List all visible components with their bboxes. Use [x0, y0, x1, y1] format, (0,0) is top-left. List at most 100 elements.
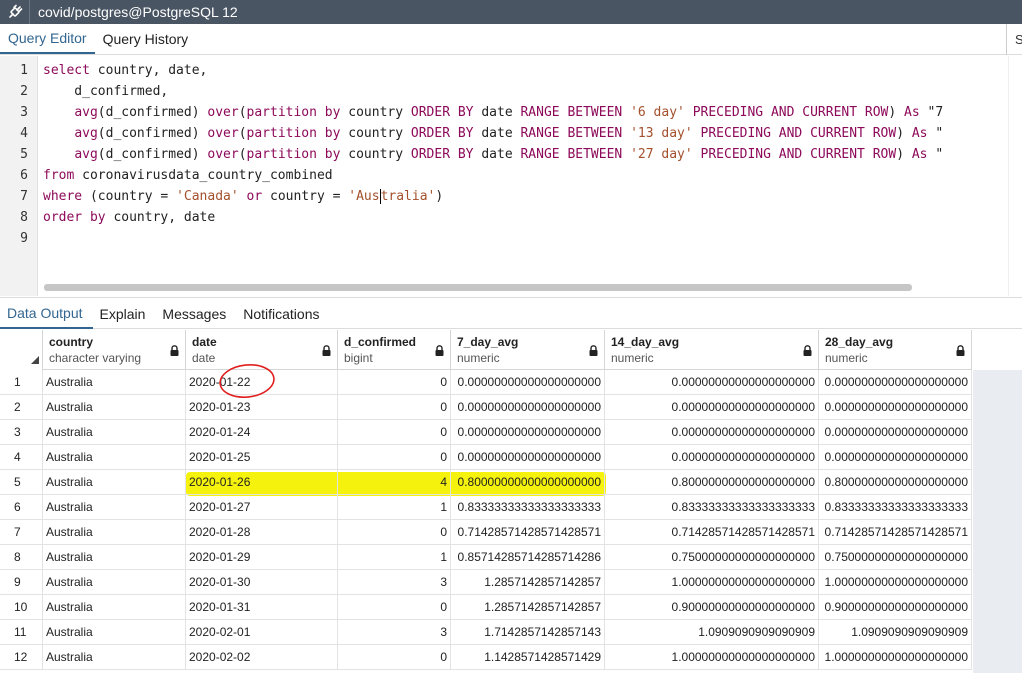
cell-country[interactable]: Australia: [43, 395, 186, 420]
row-number-header[interactable]: [0, 330, 43, 370]
column-header-7-day-avg[interactable]: 7_day_avg numeric: [451, 330, 605, 370]
editor-horizontal-scrollbar[interactable]: [44, 284, 912, 291]
cell-d-confirmed[interactable]: 3: [338, 570, 451, 595]
cell-14-day-avg[interactable]: 0.90000000000000000000: [605, 595, 819, 620]
row-number[interactable]: 1: [0, 370, 43, 395]
cell-country[interactable]: Australia: [43, 520, 186, 545]
cell-28-day-avg[interactable]: 0.00000000000000000000: [819, 395, 972, 420]
cell-d-confirmed[interactable]: 0: [338, 520, 451, 545]
row-number[interactable]: 2: [0, 395, 43, 420]
cell-d-confirmed[interactable]: 4: [338, 470, 451, 495]
sql-editor[interactable]: 1 2 3 4 5 6 7 8 9 select country, date, d_confir…: [0, 56, 1022, 296]
cell-date[interactable]: 2020-02-01: [186, 620, 338, 645]
cell-d-confirmed[interactable]: 0: [338, 370, 451, 395]
cell-28-day-avg[interactable]: 0.83333333333333333333: [819, 495, 972, 520]
column-header-28-day-avg[interactable]: 28_day_avg numeric: [819, 330, 972, 370]
editor-vertical-scrollbar[interactable]: [1008, 56, 1022, 296]
cell-14-day-avg[interactable]: 0.00000000000000000000: [605, 420, 819, 445]
cell-28-day-avg[interactable]: 1.0909090909090909: [819, 620, 972, 645]
cell-country[interactable]: Australia: [43, 370, 186, 395]
cell-date[interactable]: 2020-02-02: [186, 645, 338, 670]
column-header-d-confirmed[interactable]: d_confirmed bigint: [338, 330, 451, 370]
cell-country[interactable]: Australia: [43, 595, 186, 620]
table-row[interactable]: 10 Australia 2020-01-31 0 1.2857142857142857…: [0, 595, 972, 620]
table-row[interactable]: 5 Australia 2020-01-26 4 0.80000000000000000…: [0, 470, 972, 495]
table-row[interactable]: 7 Australia 2020-01-28 0 0.71428571428571428…: [0, 520, 972, 545]
cell-country[interactable]: Australia: [43, 545, 186, 570]
cell-28-day-avg[interactable]: 0.00000000000000000000: [819, 420, 972, 445]
tab-explain[interactable]: Explain: [93, 298, 156, 329]
cell-date[interactable]: 2020-01-24: [186, 420, 338, 445]
cell-date[interactable]: 2020-01-25: [186, 445, 338, 470]
cell-d-confirmed[interactable]: 1: [338, 495, 451, 520]
cell-14-day-avg[interactable]: 1.00000000000000000000: [605, 570, 819, 595]
cell-7-day-avg[interactable]: 0.83333333333333333333: [451, 495, 605, 520]
cell-14-day-avg[interactable]: 0.71428571428571428571: [605, 520, 819, 545]
cell-date[interactable]: 2020-01-29: [186, 545, 338, 570]
row-number[interactable]: 10: [0, 595, 43, 620]
cell-28-day-avg[interactable]: 0.00000000000000000000: [819, 445, 972, 470]
tab-notifications[interactable]: Notifications: [236, 298, 329, 329]
cell-date[interactable]: 2020-01-26: [186, 470, 338, 495]
cell-7-day-avg[interactable]: 0.00000000000000000000: [451, 420, 605, 445]
cell-date[interactable]: 2020-01-30: [186, 570, 338, 595]
cell-7-day-avg[interactable]: 0.71428571428571428571: [451, 520, 605, 545]
column-header-country[interactable]: country character varying: [43, 330, 186, 370]
cell-14-day-avg[interactable]: 0.00000000000000000000: [605, 445, 819, 470]
cell-date[interactable]: 2020-01-23: [186, 395, 338, 420]
row-number[interactable]: 9: [0, 570, 43, 595]
row-number[interactable]: 11: [0, 620, 43, 645]
cell-country[interactable]: Australia: [43, 495, 186, 520]
cell-7-day-avg[interactable]: 0.00000000000000000000: [451, 445, 605, 470]
cell-country[interactable]: Australia: [43, 420, 186, 445]
cell-country[interactable]: Australia: [43, 620, 186, 645]
row-number[interactable]: 4: [0, 445, 43, 470]
cell-country[interactable]: Australia: [43, 645, 186, 670]
cell-28-day-avg[interactable]: 0.80000000000000000000: [819, 470, 972, 495]
cell-date[interactable]: 2020-01-22: [186, 370, 338, 395]
table-row[interactable]: 6 Australia 2020-01-27 1 0.83333333333333333…: [0, 495, 972, 520]
cell-14-day-avg[interactable]: 1.00000000000000000000: [605, 645, 819, 670]
table-row[interactable]: 12 Australia 2020-02-02 0 1.1428571428571429…: [0, 645, 972, 670]
cell-28-day-avg[interactable]: 0.75000000000000000000: [819, 545, 972, 570]
cell-14-day-avg[interactable]: 1.0909090909090909: [605, 620, 819, 645]
cell-14-day-avg[interactable]: 0.00000000000000000000: [605, 370, 819, 395]
tab-data-output[interactable]: Data Output: [0, 298, 93, 329]
cell-country[interactable]: Australia: [43, 470, 186, 495]
row-number[interactable]: 5: [0, 470, 43, 495]
cell-14-day-avg[interactable]: 0.83333333333333333333: [605, 495, 819, 520]
cell-7-day-avg[interactable]: 1.2857142857142857: [451, 570, 605, 595]
cell-14-day-avg[interactable]: 0.75000000000000000000: [605, 545, 819, 570]
cell-7-day-avg[interactable]: 0.00000000000000000000: [451, 395, 605, 420]
cell-d-confirmed[interactable]: 3: [338, 620, 451, 645]
tab-overflow[interactable]: S: [1006, 24, 1022, 55]
cell-14-day-avg[interactable]: 0.00000000000000000000: [605, 395, 819, 420]
tab-messages[interactable]: Messages: [155, 298, 236, 329]
cell-date[interactable]: 2020-01-28: [186, 520, 338, 545]
cell-d-confirmed[interactable]: 0: [338, 595, 451, 620]
cell-7-day-avg[interactable]: 0.00000000000000000000: [451, 370, 605, 395]
cell-28-day-avg[interactable]: 0.71428571428571428571: [819, 520, 972, 545]
table-row[interactable]: 11 Australia 2020-02-01 3 1.7142857142857143…: [0, 620, 972, 645]
cell-d-confirmed[interactable]: 0: [338, 445, 451, 470]
cell-date[interactable]: 2020-01-27: [186, 495, 338, 520]
tab-query-editor[interactable]: Query Editor: [0, 23, 95, 54]
cell-country[interactable]: Australia: [43, 570, 186, 595]
cell-28-day-avg[interactable]: 0.00000000000000000000: [819, 370, 972, 395]
row-number[interactable]: 8: [0, 545, 43, 570]
cell-7-day-avg[interactable]: 1.1428571428571429: [451, 645, 605, 670]
cell-date[interactable]: 2020-01-31: [186, 595, 338, 620]
cell-7-day-avg[interactable]: 1.2857142857142857: [451, 595, 605, 620]
cell-d-confirmed[interactable]: 1: [338, 545, 451, 570]
cell-7-day-avg[interactable]: 1.7142857142857143: [451, 620, 605, 645]
table-row[interactable]: 3 Australia 2020-01-24 0 0.00000000000000000…: [0, 420, 972, 445]
cell-country[interactable]: Australia: [43, 445, 186, 470]
table-row[interactable]: 8 Australia 2020-01-29 1 0.85714285714285714…: [0, 545, 972, 570]
column-header-date[interactable]: date date: [186, 330, 338, 370]
cell-d-confirmed[interactable]: 0: [338, 395, 451, 420]
row-number[interactable]: 6: [0, 495, 43, 520]
cell-28-day-avg[interactable]: 0.90000000000000000000: [819, 595, 972, 620]
table-row[interactable]: 2 Australia 2020-01-23 0 0.00000000000000000…: [0, 395, 972, 420]
table-row[interactable]: 1 Australia 2020-01-22 0 0.00000000000000000…: [0, 370, 972, 395]
cell-7-day-avg[interactable]: 0.85714285714285714286: [451, 545, 605, 570]
